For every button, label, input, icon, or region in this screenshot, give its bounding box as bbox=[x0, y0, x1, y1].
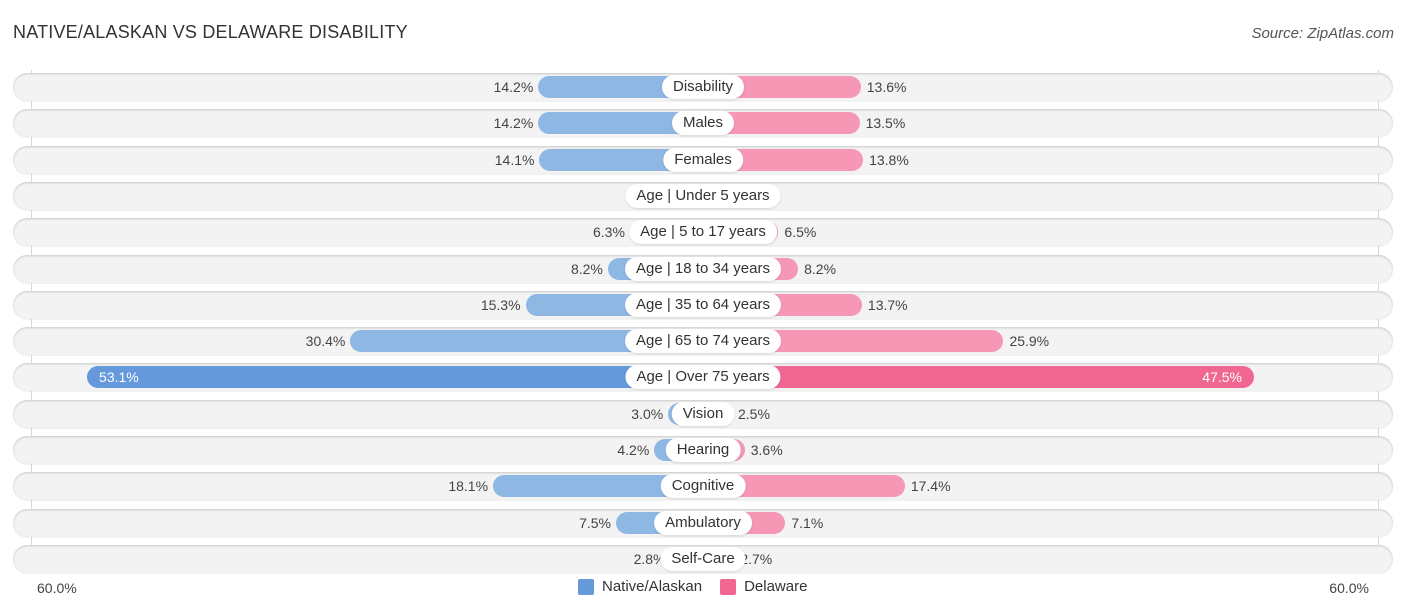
legend-swatch-delaware bbox=[720, 578, 737, 595]
category-label: Age | 18 to 34 years bbox=[625, 256, 781, 281]
value-label-native-alaskan: 53.1% bbox=[99, 369, 139, 386]
value-label-native-alaskan: 14.2% bbox=[493, 79, 534, 95]
value-label-delaware: 6.5% bbox=[784, 224, 817, 241]
category-label: Age | 35 to 64 years bbox=[625, 292, 781, 317]
axis-label-left: 60.0% bbox=[37, 580, 77, 596]
legend-label-delaware: Delaware bbox=[744, 578, 808, 595]
bar-native-alaskan[interactable] bbox=[87, 366, 703, 389]
value-label-native-alaskan: 6.3% bbox=[593, 224, 625, 241]
legend: Native/Alaskan Delaware bbox=[578, 578, 825, 595]
value-label-delaware: 17.4% bbox=[910, 478, 951, 495]
category-label: Disability bbox=[661, 75, 745, 99]
value-label-delaware: 3.6% bbox=[750, 442, 783, 458]
legend-swatch-native-alaskan bbox=[578, 578, 594, 595]
value-label-delaware: 25.9% bbox=[1009, 333, 1050, 350]
category-label: Age | Under 5 years bbox=[625, 183, 781, 208]
value-label-native-alaskan: 3.0% bbox=[631, 405, 664, 422]
category-label: Hearing bbox=[665, 438, 741, 462]
value-label-native-alaskan: 18.1% bbox=[448, 478, 489, 495]
category-label: Vision bbox=[671, 401, 735, 426]
legend-item-delaware[interactable]: Delaware bbox=[720, 578, 807, 595]
value-label-delaware: 13.7% bbox=[867, 296, 908, 313]
value-label-native-alaskan: 30.4% bbox=[305, 333, 346, 350]
category-label: Cognitive bbox=[660, 474, 746, 499]
category-label: Age | 5 to 17 years bbox=[629, 220, 777, 245]
value-label-delaware: 7.1% bbox=[791, 514, 824, 531]
value-label-native-alaskan: 15.3% bbox=[480, 296, 521, 313]
category-label: Ambulatory bbox=[654, 510, 752, 535]
category-label: Age | Over 75 years bbox=[625, 365, 781, 390]
category-label: Self-Care bbox=[660, 546, 746, 571]
value-label-delaware: 13.5% bbox=[865, 115, 906, 132]
category-label: Males bbox=[671, 111, 735, 136]
legend-item-native-alaskan[interactable]: Native/Alaskan bbox=[578, 578, 702, 595]
value-label-native-alaskan: 8.2% bbox=[570, 260, 603, 277]
value-label-delaware: 47.5% bbox=[1202, 369, 1242, 386]
category-label: Females bbox=[663, 147, 743, 172]
value-label-native-alaskan: 14.1% bbox=[494, 151, 535, 168]
source-label: Source: ZipAtlas.com bbox=[1251, 25, 1394, 42]
value-label-delaware: 13.6% bbox=[866, 79, 907, 95]
category-label: Age | 65 to 74 years bbox=[625, 329, 781, 354]
value-label-delaware: 8.2% bbox=[804, 260, 837, 277]
bar-delaware[interactable] bbox=[703, 366, 1254, 389]
value-label-delaware: 13.8% bbox=[869, 151, 909, 168]
axis-label-right: 60.0% bbox=[1329, 580, 1369, 596]
value-label-native-alaskan: 4.2% bbox=[617, 442, 650, 458]
value-label-native-alaskan: 14.2% bbox=[493, 115, 534, 132]
chart-title: NATIVE/ALASKAN VS DELAWARE DISABILITY bbox=[13, 22, 408, 42]
value-label-delaware: 2.5% bbox=[738, 405, 770, 422]
legend-label-native-alaskan: Native/Alaskan bbox=[602, 578, 703, 595]
value-label-native-alaskan: 7.5% bbox=[579, 514, 611, 531]
